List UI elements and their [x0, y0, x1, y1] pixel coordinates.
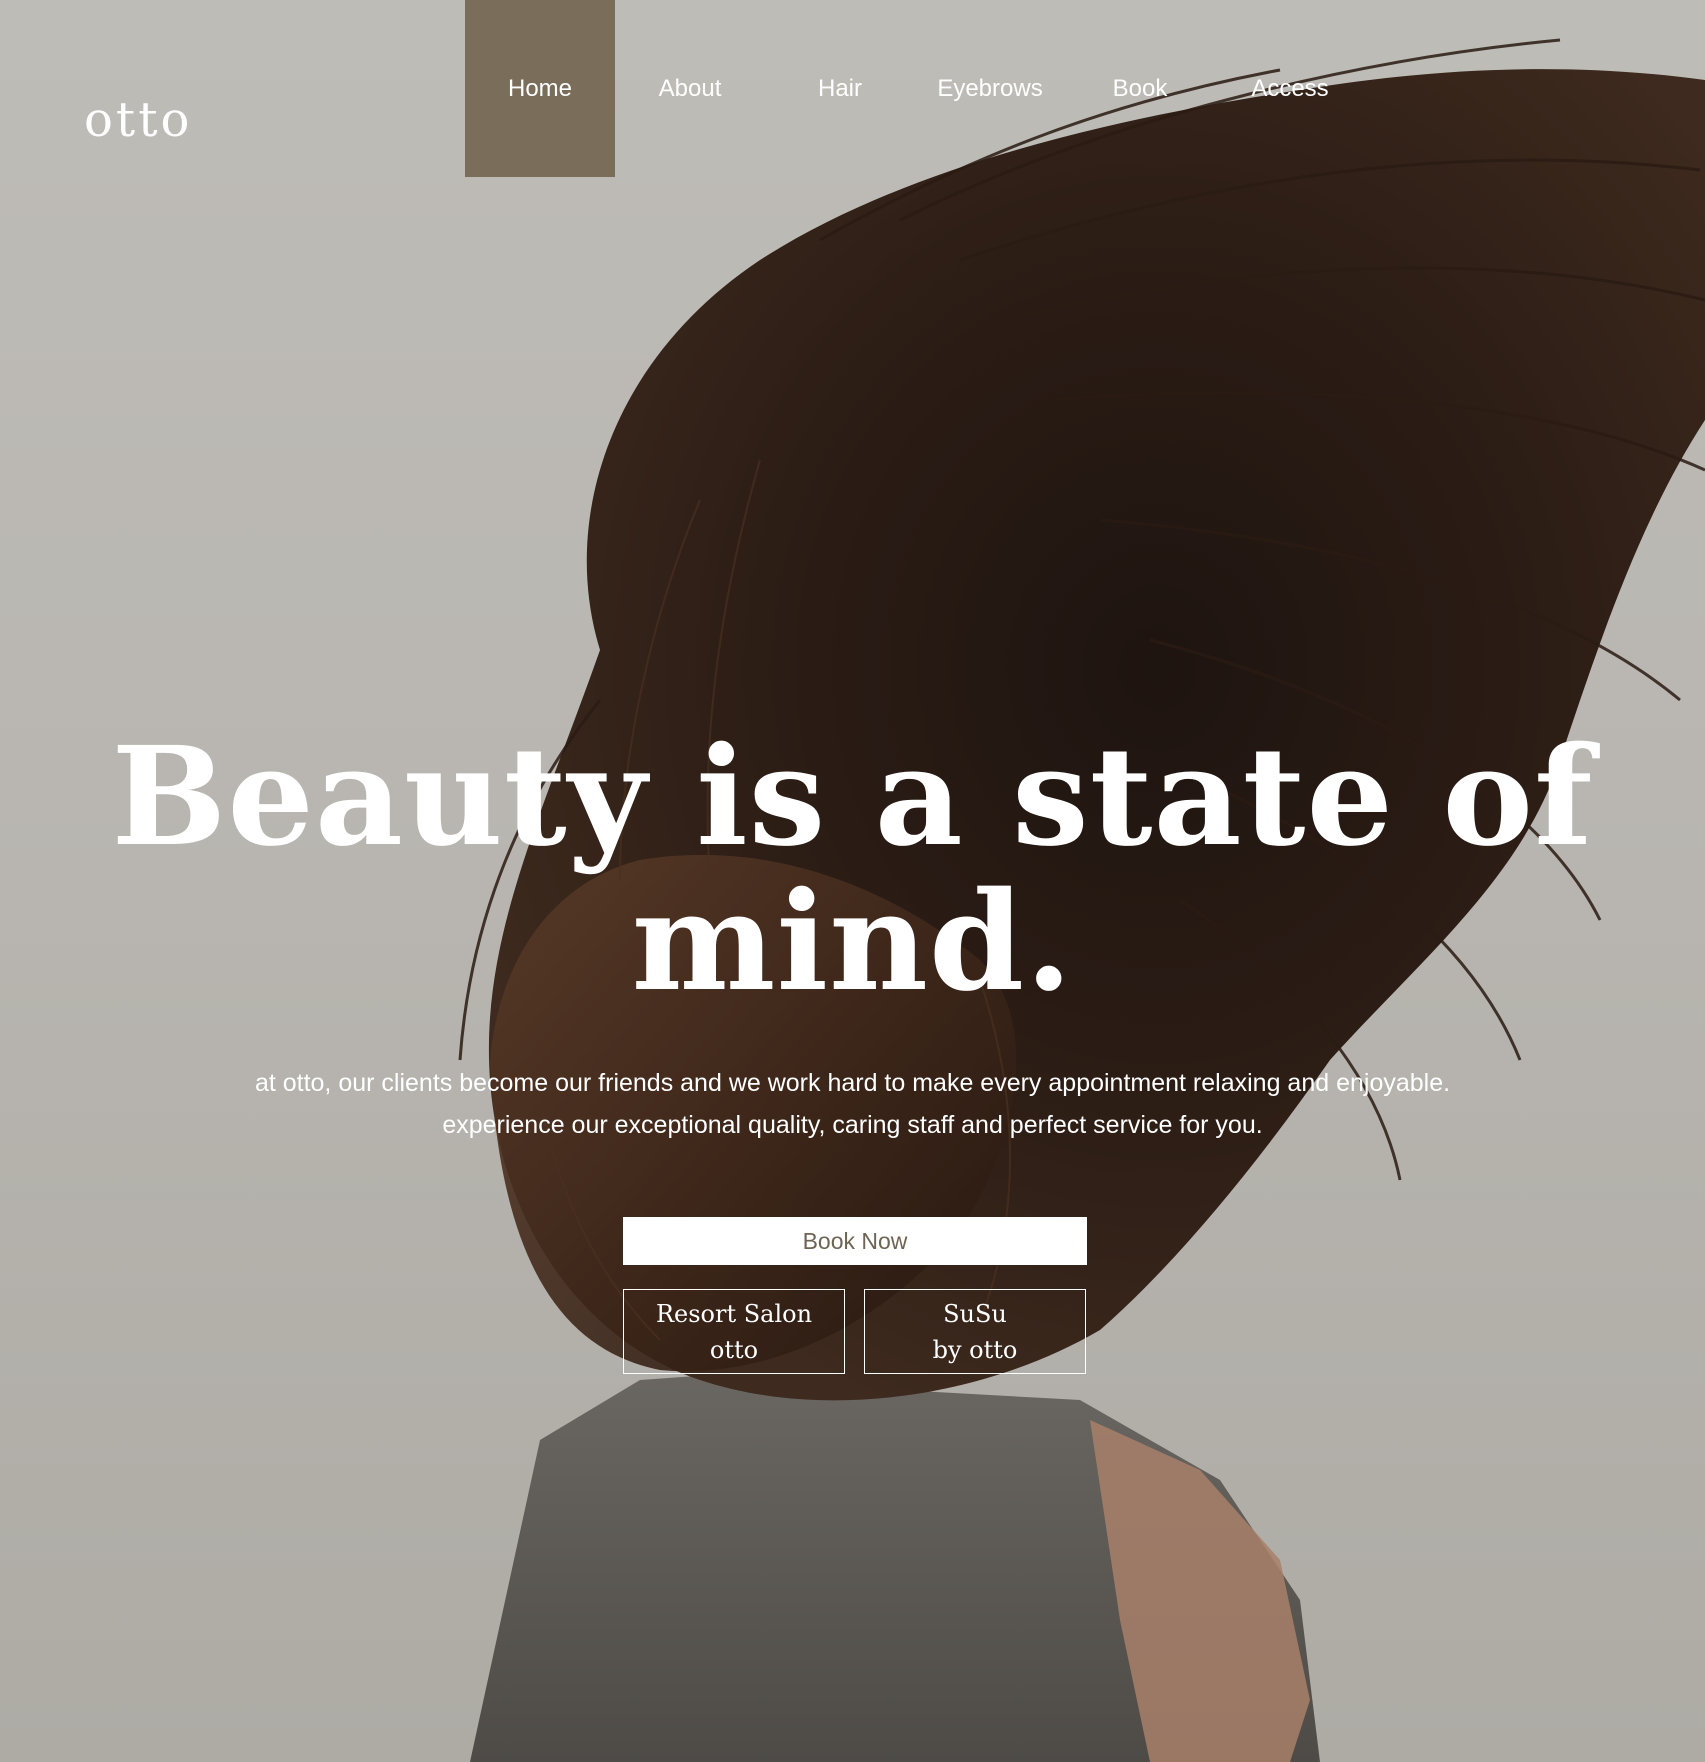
susu-label-line-2: by otto [932, 1335, 1018, 1364]
resort-salon-button[interactable]: Resort Salon otto [623, 1289, 845, 1374]
nav-item-about[interactable]: About [615, 0, 765, 177]
hero-subtext: at otto, our clients become our friends … [0, 1062, 1705, 1146]
nav-item-home[interactable]: Home [465, 0, 615, 177]
susu-button[interactable]: SuSu by otto [864, 1289, 1086, 1374]
hero-headline-line-2: mind. [631, 862, 1074, 1022]
hero-subtext-line-1: at otto, our clients become our friends … [254, 1069, 1451, 1097]
hero-section: otto Home About Hair Eyebrows Book Acces… [0, 0, 1705, 1762]
nav-item-eyebrows[interactable]: Eyebrows [915, 0, 1065, 177]
book-now-button[interactable]: Book Now [623, 1217, 1087, 1265]
hero-headline: Beauty is a state of mind. [0, 725, 1705, 1015]
resort-salon-label-line-1: Resort Salon [655, 1299, 813, 1328]
brand-logo[interactable]: otto [84, 96, 192, 144]
main-nav: Home About Hair Eyebrows Book Access [465, 0, 1365, 177]
nav-item-access[interactable]: Access [1215, 0, 1365, 177]
nav-item-book[interactable]: Book [1065, 0, 1215, 177]
hero-subtext-line-2: experience our exceptional quality, cari… [442, 1111, 1263, 1139]
resort-salon-label-line-2: otto [709, 1335, 759, 1364]
susu-label-line-1: SuSu [943, 1299, 1007, 1328]
nav-item-hair[interactable]: Hair [765, 0, 915, 177]
hero-headline-line-1: Beauty is a state of [111, 717, 1594, 877]
